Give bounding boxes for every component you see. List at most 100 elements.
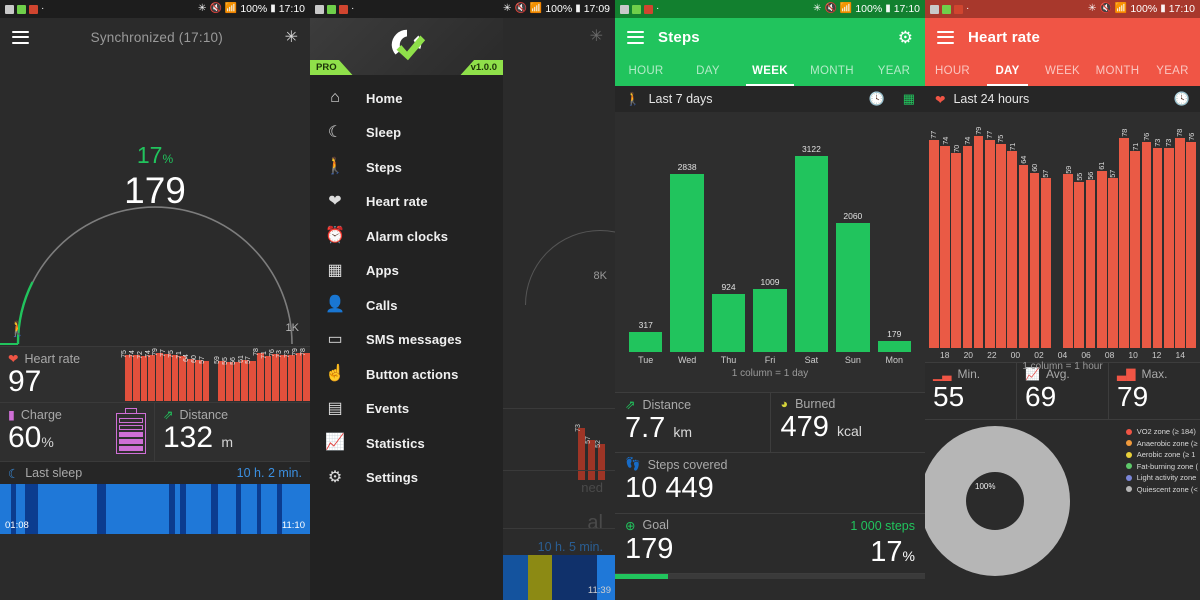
calendar-icon: ▤: [327, 399, 343, 417]
steps-bar-column[interactable]: 3122: [794, 130, 829, 352]
tab-steps-day[interactable]: DAY: [677, 56, 739, 86]
background-gauge-max: 8K: [593, 270, 607, 282]
heart-rate-bar-value: 76: [1186, 133, 1196, 141]
tab-hr-month[interactable]: MONTH: [1090, 56, 1145, 86]
steps-bar: [794, 156, 829, 352]
stat-distance[interactable]: ⇗ Distance 7.7 km: [615, 393, 770, 453]
drawer-item-home[interactable]: ⌂ Home: [310, 81, 503, 116]
heart-rate-bar-column[interactable]: 70: [951, 126, 962, 348]
heart-rate-bar-column[interactable]: 77: [929, 126, 939, 348]
status-bar-left-icons: ·: [315, 4, 354, 14]
stat-steps-covered[interactable]: 👣 Steps covered 10 449: [615, 453, 925, 513]
heart-rate-subheader: ❤ Last 24 hours 🕓: [925, 86, 1200, 112]
heart-rate-bar-column[interactable]: 60: [1029, 126, 1040, 348]
hamburger-icon[interactable]: [627, 30, 644, 44]
stat-goal[interactable]: ⊕ Goal 1 000 steps 179 17%: [615, 513, 925, 574]
tab-steps-week[interactable]: WEEK: [739, 56, 801, 86]
appbar-heart-rate: Heart rate: [925, 18, 1200, 56]
heart-rate-bar-column[interactable]: 79: [973, 126, 984, 348]
drawer-item-sleep[interactable]: ☾ Sleep: [310, 116, 503, 151]
drawer-item-apps[interactable]: ▦ Apps: [310, 254, 503, 289]
drawer-item-button-actions[interactable]: ☝ Button actions: [310, 357, 503, 392]
divider: [503, 408, 615, 409]
card-charge[interactable]: ▮ Charge 60%: [0, 403, 155, 461]
background-gauge-arc: [525, 230, 615, 305]
gear-icon[interactable]: ⚙: [898, 29, 913, 46]
heart-rate-bar-column[interactable]: 77: [984, 126, 995, 348]
heart-rate-bar-column[interactable]: 78: [1119, 126, 1129, 348]
drawer-item-steps[interactable]: 🚶 Steps: [310, 150, 503, 185]
steps-bar-column[interactable]: 2838: [670, 130, 704, 352]
heart-rate-x-label: 12: [1151, 350, 1162, 360]
drawer-item-label: Settings: [366, 470, 419, 486]
drawer-item-label: Sleep: [366, 125, 402, 141]
hamburger-icon[interactable]: [12, 30, 29, 44]
heart-rate-bar-column[interactable]: 55: [1074, 126, 1085, 348]
steps-bar-column[interactable]: 2060: [836, 130, 870, 352]
card-distance[interactable]: ⇗ Distance 132 m: [155, 403, 310, 461]
background-hr-bar: 73: [575, 424, 585, 480]
tab-hr-hour[interactable]: HOUR: [925, 56, 980, 86]
stat-burned[interactable]: ◕ Burned 479 kcal: [769, 393, 925, 453]
distance-unit: km: [673, 424, 693, 440]
heart-rate-bar: [940, 145, 950, 348]
footprints-icon: 👣: [625, 457, 641, 472]
heart-rate-bar-column[interactable]: [1052, 126, 1062, 348]
steps-bar-column[interactable]: 1009: [753, 130, 787, 352]
tab-steps-hour[interactable]: HOUR: [615, 56, 677, 86]
heart-rate-bar-column[interactable]: 71: [1007, 126, 1017, 348]
heart-rate-x-label: 20: [963, 350, 974, 360]
hamburger-icon[interactable]: [937, 30, 954, 44]
heart-rate-bar-column[interactable]: 75: [996, 126, 1006, 348]
heart-rate-bar-column[interactable]: 61: [1096, 126, 1107, 348]
heart-rate-bar-column[interactable]: 57: [1040, 126, 1051, 348]
calendar-icon[interactable]: ▦: [903, 91, 915, 107]
speedometer-icon: [327, 4, 336, 14]
home-icon: ⌂: [330, 89, 340, 107]
steps-bar-column[interactable]: 179: [877, 130, 911, 352]
heart-rate-bar-column[interactable]: 73: [1163, 126, 1174, 348]
drawer-item-calls[interactable]: 👤 Calls: [310, 288, 503, 323]
steps-x-axis: Tue Wed Thu Fri Sat Sun Mon: [625, 352, 915, 365]
image-icon: [620, 4, 629, 14]
tab-hr-year[interactable]: YEAR: [1145, 56, 1200, 86]
heart-rate-bar-column[interactable]: 64: [1018, 126, 1029, 348]
tab-hr-week[interactable]: WEEK: [1035, 56, 1090, 86]
walking-icon: 🚶: [625, 91, 641, 106]
heart-rate-bar-column[interactable]: 74: [940, 126, 950, 348]
tab-steps-year[interactable]: YEAR: [863, 56, 925, 86]
heart-rate-bar: [984, 139, 995, 348]
heart-rate-bar-column[interactable]: 76: [1186, 126, 1196, 348]
heart-rate-bar-column[interactable]: 56: [1085, 126, 1096, 348]
drawer-item-sms-messages[interactable]: ▭ SMS messages: [310, 323, 503, 358]
heart-rate-bar-value: 78: [1175, 129, 1185, 137]
tab-hr-day[interactable]: DAY: [980, 56, 1035, 86]
heart-rate-bar-column[interactable]: 73: [1152, 126, 1163, 348]
heart-rate-bar-column[interactable]: 57: [1108, 126, 1118, 348]
tab-steps-month[interactable]: MONTH: [801, 56, 863, 86]
heart-rate-bar-column[interactable]: 76: [1141, 126, 1152, 348]
legend-color-dot: [1125, 463, 1132, 470]
history-clock-icon[interactable]: 🕓: [869, 91, 885, 107]
drawer-item-events[interactable]: ▤ Events: [310, 392, 503, 427]
heart-rate-bar-column[interactable]: 78: [1175, 126, 1185, 348]
drawer-item-heart-rate[interactable]: ❤ Heart rate: [310, 185, 503, 220]
history-clock-icon[interactable]: 🕓: [1174, 91, 1190, 107]
home-heart-rate-card-row: 75 74 72 74 79 77 75 71 64 60 57 59 55 56 61 57 78 71 76 73…: [0, 346, 310, 402]
heart-rate-bar-column[interactable]: 71: [1130, 126, 1141, 348]
bluetooth-icon[interactable]: ✳: [285, 27, 298, 47]
drawer-item-alarm-clocks[interactable]: ⏰ Alarm clocks: [310, 219, 503, 254]
card-last-sleep[interactable]: ☾ Last sleep 10 h. 2 min. 01:08 11:10: [0, 461, 310, 534]
heart-pulse-icon: ❤: [328, 192, 342, 210]
sleep-time-range: 01:08 11:10: [0, 520, 310, 531]
steps-bar-column[interactable]: 924: [711, 130, 746, 352]
drawer-item-settings[interactable]: ⚙ Settings: [310, 461, 503, 496]
heart-rate-bar-column[interactable]: 59: [1063, 126, 1073, 348]
card-heart-rate[interactable]: 75 74 72 74 79 77 75 71 64 60 57 59 55 56 61 57 78 71 76 73…: [0, 347, 310, 402]
status-bar-home: · ✳ 🔇 📶 100% ▮ 17:10: [0, 0, 310, 18]
drawer-item-statistics[interactable]: 📈 Statistics: [310, 426, 503, 461]
legend-item: VO2 zone (≥ 184): [1125, 426, 1198, 438]
heart-rate-bar-column[interactable]: 74: [962, 126, 973, 348]
heart-rate-bar: [1119, 137, 1129, 348]
steps-bar-column[interactable]: 317: [629, 130, 663, 352]
